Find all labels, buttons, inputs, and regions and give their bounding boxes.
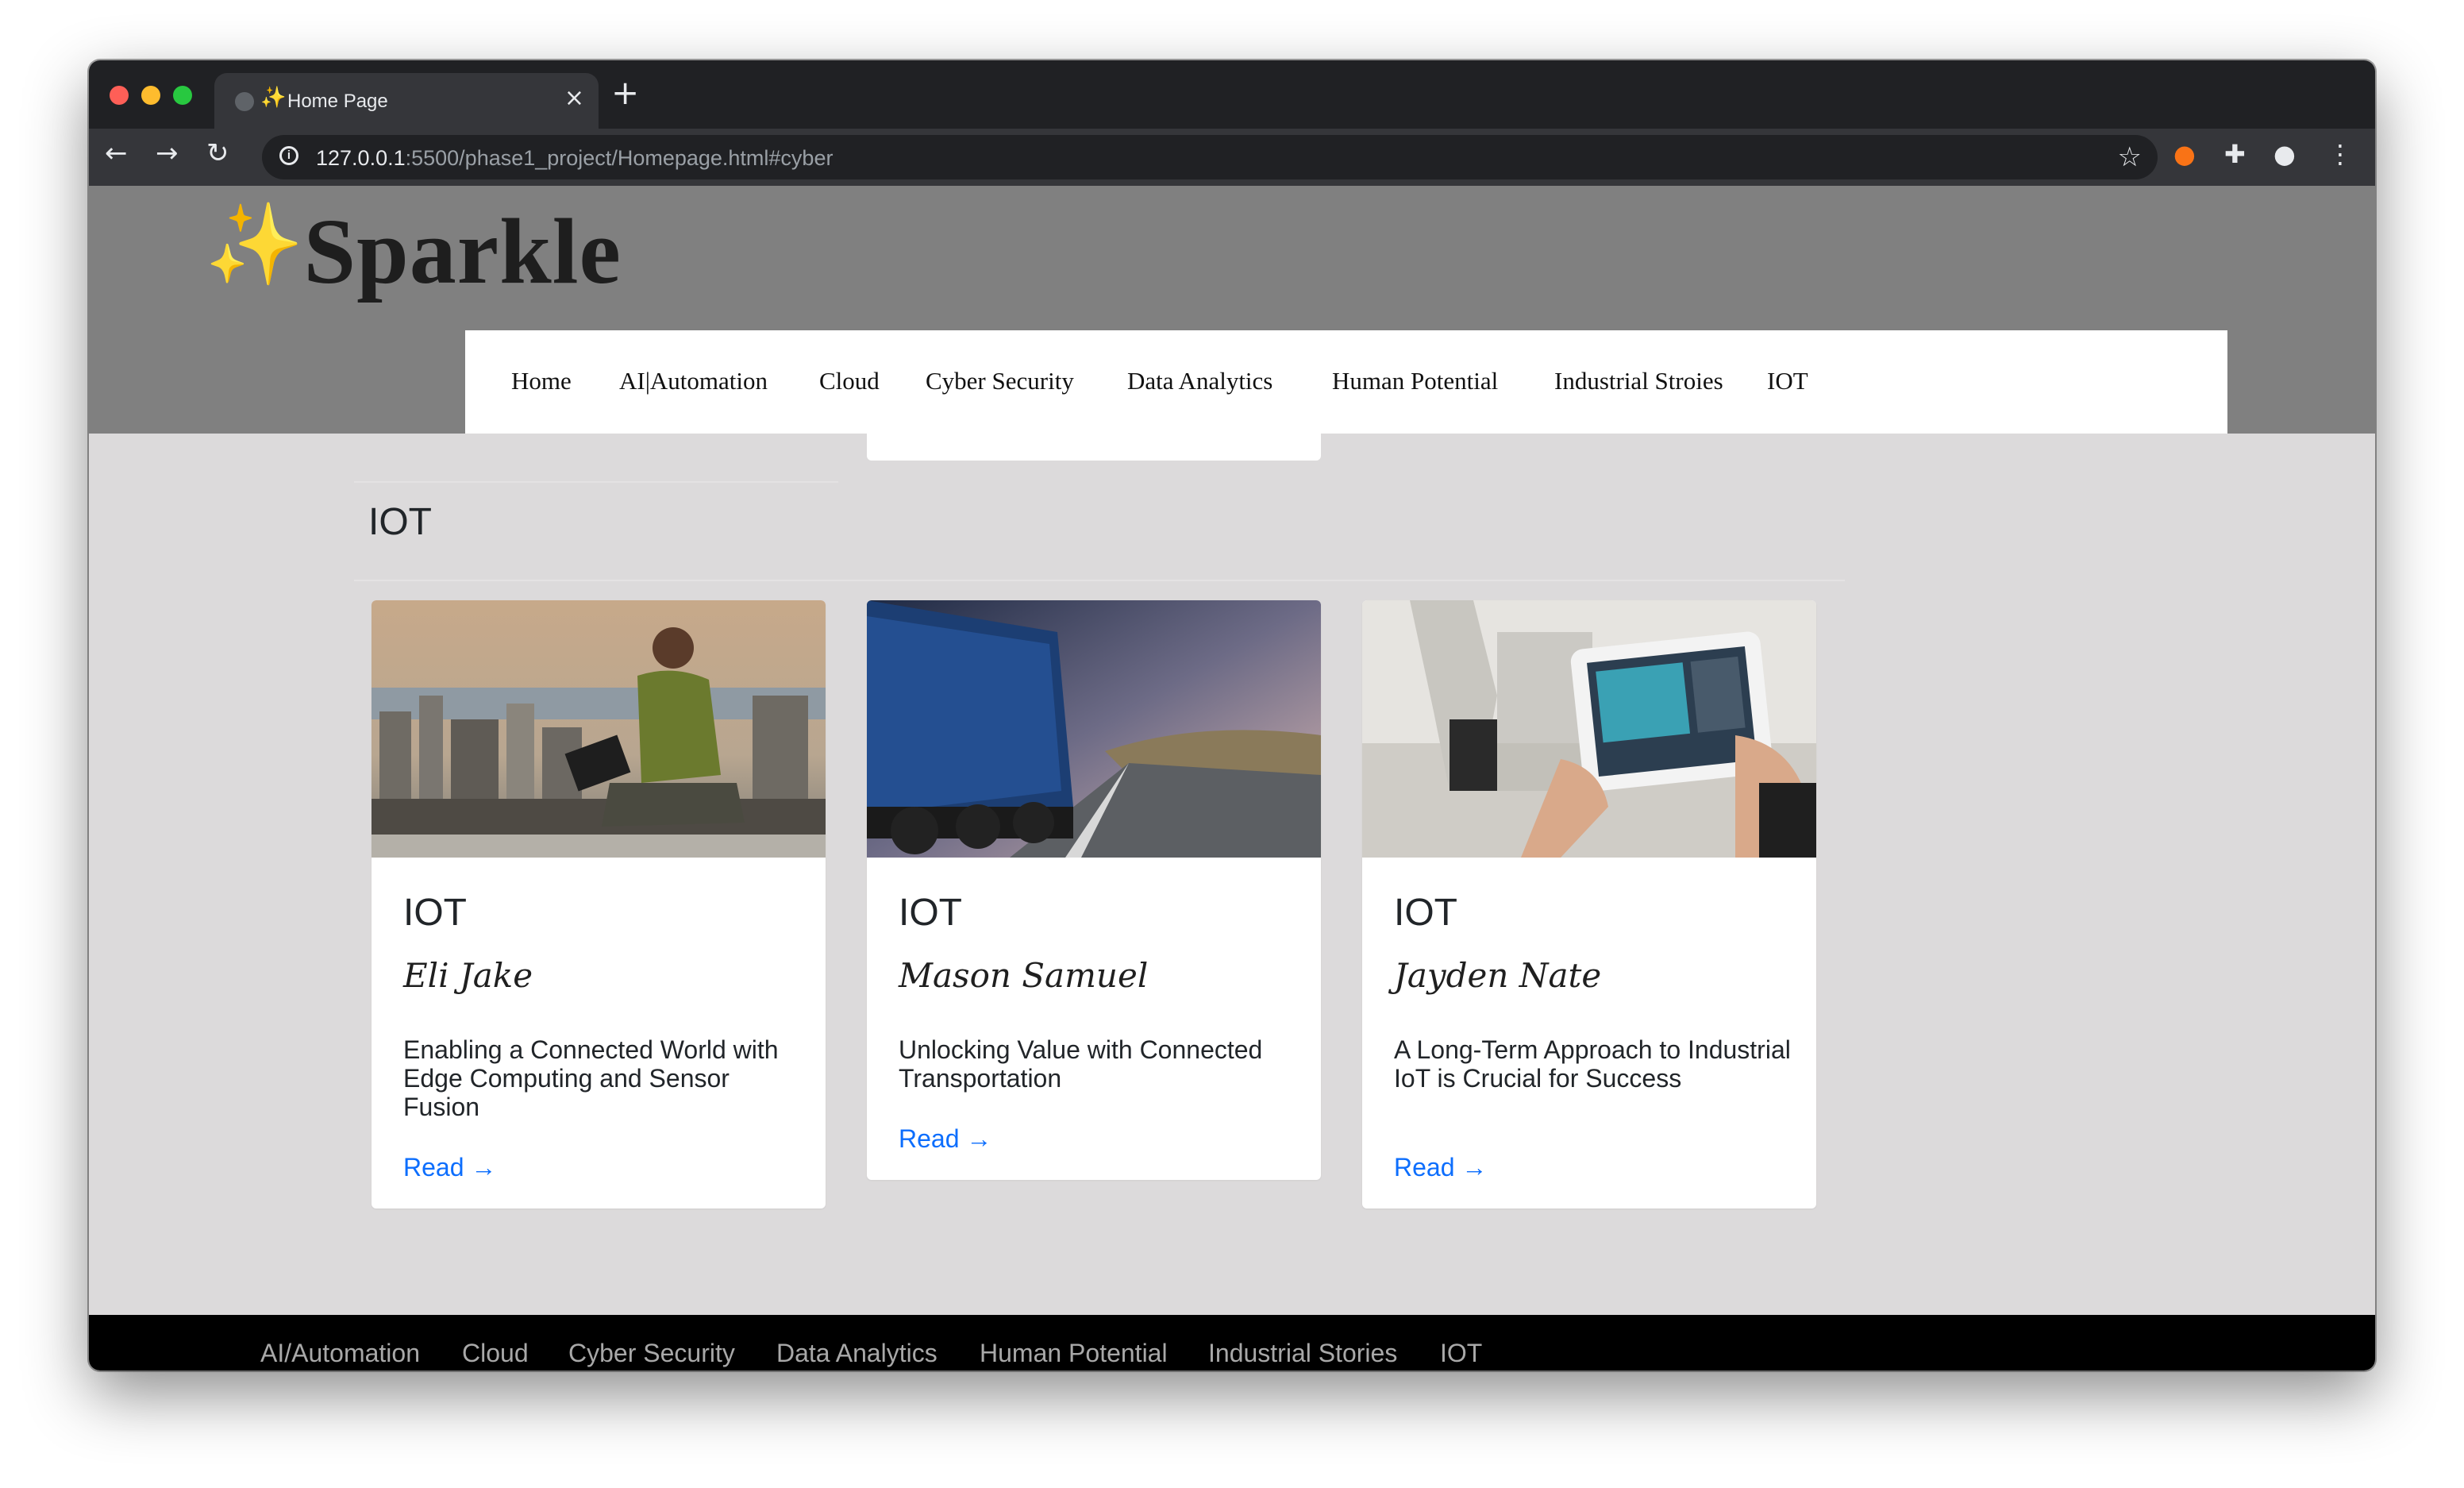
web-page: ✨Sparkle Home AI|Automation Cloud Cyber … [89,186,2375,1370]
divider-top [354,481,838,483]
article-card: IOT Eli Jake Enabling a Connected World … [372,600,826,1209]
reload-icon[interactable]: ↻ [206,140,229,167]
back-arrow-icon[interactable]: ← [105,140,128,167]
article-card: IOT Mason Samuel Unlocking Value with Co… [867,600,1321,1180]
new-tab-button[interactable]: + [611,76,639,110]
card-category: IOT [1394,892,1457,934]
card-title: A Long-Term Approach to Industrial IoT i… [1394,1035,1791,1093]
close-tab-icon[interactable]: × [564,84,584,112]
minimize-window-button[interactable] [141,86,160,105]
footer-link-ai-automation[interactable]: AI/Automation [260,1339,420,1368]
divider-section [354,580,1845,581]
tab-strip: ✨ Home Page × + [89,60,2375,129]
nav-ai-automation[interactable]: AI|Automation [619,367,768,395]
site-info-icon[interactable]: i [279,146,298,165]
previous-card-bottom [867,434,1321,461]
globe-icon [235,92,254,111]
nav-iot[interactable]: IOT [1767,367,1808,395]
footer-link-cloud[interactable]: Cloud [462,1339,529,1368]
site-header: ✨Sparkle Home AI|Automation Cloud Cyber … [89,186,2375,434]
menu-kebab-icon[interactable]: ⋮ [2327,141,2353,167]
close-window-button[interactable] [110,86,129,105]
extensions-puzzle-icon[interactable]: ✚ [2224,141,2246,167]
forward-arrow-icon[interactable]: → [156,140,179,167]
site-logo[interactable]: ✨Sparkle [205,205,622,299]
card-category: IOT [403,892,467,934]
card-author: Eli Jake [403,956,533,995]
footer-link-cyber-security[interactable]: Cyber Security [568,1339,735,1368]
brand-name: Sparkle [303,199,622,303]
article-image-man-laptop[interactable] [372,600,826,858]
maximize-window-button[interactable] [173,86,192,105]
card-category: IOT [899,892,962,934]
nav-industrial-stories[interactable]: Industrial Stroies [1554,367,1723,395]
article-image-truck-road[interactable] [867,600,1321,858]
article-image-robot-tablet[interactable] [1362,600,1816,858]
card-author: Jayden Nate [1394,956,1602,995]
extension-fire-icon[interactable]: ● [2173,141,2196,167]
nav-cyber-security[interactable]: Cyber Security [926,367,1074,395]
card-title: Enabling a Connected World with Edge Com… [403,1035,779,1121]
section-title: IOT [368,501,432,543]
main-nav: Home AI|Automation Cloud Cyber Security … [465,330,2227,434]
nav-data-analytics[interactable]: Data Analytics [1127,367,1272,395]
nav-cloud[interactable]: Cloud [819,367,880,395]
sparkles-icon: ✨ [205,198,304,291]
card-author: Mason Samuel [899,956,1149,995]
read-link[interactable]: Read → [1394,1153,1487,1182]
site-footer: AI/Automation Cloud Cyber Security Data … [89,1315,2375,1370]
tab-title: Home Page [287,91,388,112]
footer-link-iot[interactable]: IOT [1440,1339,1482,1368]
footer-link-data-analytics[interactable]: Data Analytics [776,1339,937,1368]
profile-avatar-icon[interactable]: ● [2273,141,2296,167]
article-card: IOT Jayden Nate A Long-Term Approach to … [1362,600,1816,1209]
tab-home-page[interactable]: ✨ Home Page × [214,73,599,129]
nav-human-potential[interactable]: Human Potential [1332,367,1498,395]
url-text[interactable]: 127.0.0.1:5500/phase1_project/Homepage.h… [316,146,833,171]
footer-link-human-potential[interactable]: Human Potential [980,1339,1168,1368]
bookmark-star-icon[interactable]: ☆ [2118,141,2142,173]
card-title: Unlocking Value with Connected Transport… [899,1035,1263,1093]
browser-window: ✨ Home Page × + ← → ↻ i 127.0.0.1:5500/p… [89,60,2375,1370]
read-link[interactable]: Read → [899,1124,991,1154]
footer-link-industrial-stories[interactable]: Industrial Stories [1208,1339,1397,1368]
nav-home[interactable]: Home [511,367,572,395]
address-bar[interactable]: i 127.0.0.1:5500/phase1_project/Homepage… [262,135,2158,179]
browser-toolbar: ← → ↻ i 127.0.0.1:5500/phase1_project/Ho… [89,129,2375,186]
sparkles-favicon-icon: ✨ [260,86,287,110]
read-link[interactable]: Read → [403,1153,496,1182]
